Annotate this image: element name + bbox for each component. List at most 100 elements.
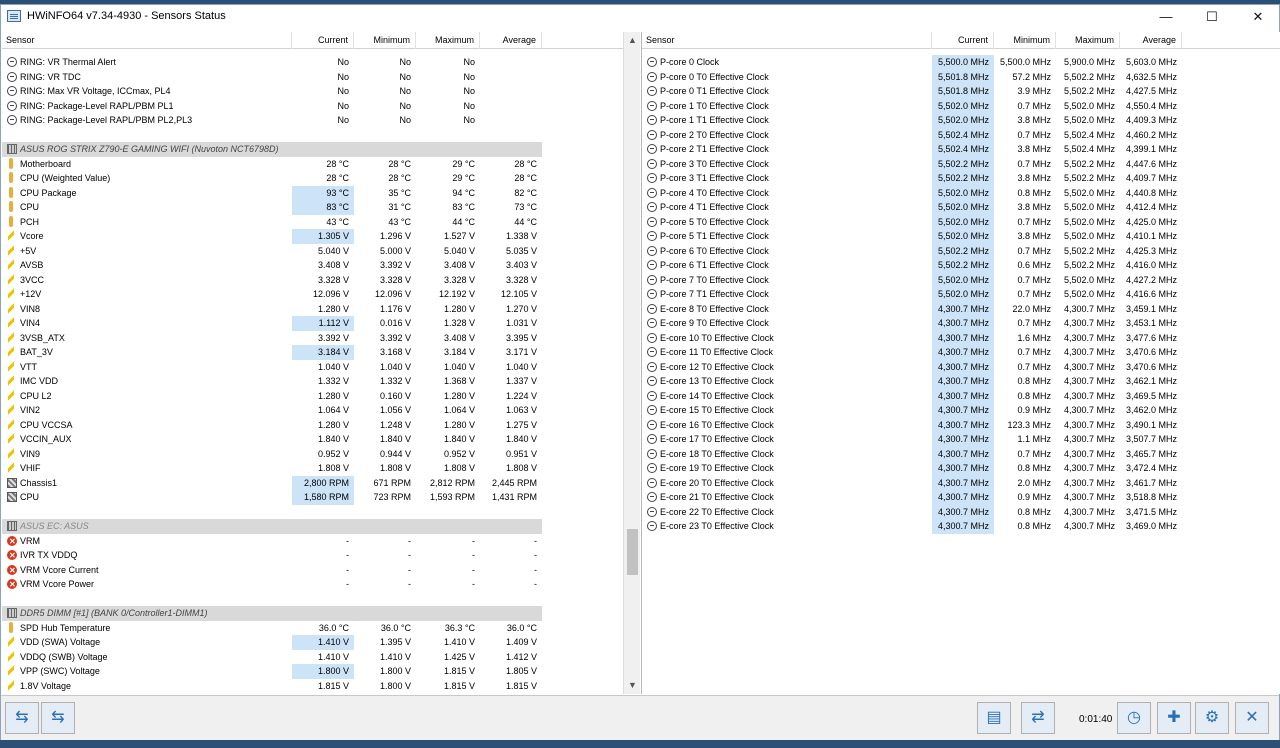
sensor-row[interactable]: E-core 22 T0 Effective Clock 4,300.7 MHz 0… [642,504,1280,519]
sensor-row[interactable]: E-core 10 T0 Effective Clock 4,300.7 MHz 1… [642,330,1280,345]
scroll-down-icon[interactable]: ▼ [624,677,641,694]
sensor-row[interactable]: VRM Vcore Current - - - - [2,563,623,577]
scroll-thumb[interactable] [627,529,638,575]
sensor-row[interactable]: 3VSB_ATX 3.392 V 3.392 V 3.408 V 3.395 V [2,331,623,346]
col-average[interactable]: Average [1120,32,1182,49]
sensor-row[interactable]: P-core 7 T1 Effective Clock 5,502.0 MHz 0.… [642,287,1280,302]
col-current[interactable]: Current [932,32,994,49]
sensor-row[interactable]: E-core 17 T0 Effective Clock 4,300.7 MHz 1… [642,432,1280,447]
sensor-row[interactable]: P-core 3 T0 Effective Clock 5,502.2 MHz 0.… [642,156,1280,171]
sensor-row[interactable]: CPU Package 93 °C 35 °C 94 °C 82 °C [2,185,623,200]
sensor-row[interactable]: VIN2 1.064 V 1.056 V 1.064 V 1.063 V [2,403,623,418]
sensor-row[interactable]: P-core 1 T1 Effective Clock 5,502.0 MHz 3.… [642,113,1280,128]
maximize-button[interactable]: ☐ [1189,5,1235,28]
close-sensors-button[interactable]: ✕ [1235,702,1269,734]
col-maximum[interactable]: Maximum [1056,32,1120,49]
sensor-row[interactable]: 3VCC 3.328 V 3.328 V 3.328 V 3.328 V [2,273,623,288]
sensor-row[interactable]: E-core 16 T0 Effective Clock 4,300.7 MHz 1… [642,417,1280,432]
sensor-row[interactable]: P-core 3 T1 Effective Clock 5,502.2 MHz 3.… [642,171,1280,186]
sensor-row[interactable]: P-core 2 T0 Effective Clock 5,502.4 MHz 0.… [642,127,1280,142]
sensor-row[interactable]: VIN9 0.952 V 0.944 V 0.952 V 0.951 V [2,447,623,462]
vertical-scrollbar[interactable]: ▲ ▼ [623,32,640,694]
sensor-row[interactable]: E-core 13 T0 Effective Clock 4,300.7 MHz 0… [642,374,1280,389]
sensor-row[interactable]: +5V 5.040 V 5.000 V 5.040 V 5.035 V [2,244,623,259]
sensor-row[interactable]: E-core 11 T0 Effective Clock 4,300.7 MHz 0… [642,345,1280,360]
sensor-row[interactable]: P-core 6 T0 Effective Clock 5,502.2 MHz 0.… [642,243,1280,258]
sensor-row[interactable]: E-core 15 T0 Effective Clock 4,300.7 MHz 0… [642,403,1280,418]
sensor-row[interactable]: CPU L2 1.280 V 0.160 V 1.280 V 1.224 V [2,389,623,404]
network-button[interactable]: ⇄ [1021,702,1055,734]
sensor-row[interactable]: VRM Vcore Power - - - - [2,577,623,592]
sensor-row[interactable]: E-core 18 T0 Effective Clock 4,300.7 MHz 0… [642,446,1280,461]
sensor-row[interactable]: Chassis1 2,800 RPM 671 RPM 2,812 RPM 2,445 R… [2,475,623,490]
sensor-row[interactable]: P-core 5 T1 Effective Clock 5,502.0 MHz 3.… [642,229,1280,244]
sensor-row[interactable]: VRM - - - - [2,534,623,548]
sensor-row[interactable]: P-core 1 T0 Effective Clock 5,502.0 MHz 0.… [642,98,1280,113]
sensor-row[interactable]: E-core 8 T0 Effective Clock 4,300.7 MHz 22… [642,301,1280,316]
sensor-row[interactable]: P-core 4 T0 Effective Clock 5,502.0 MHz 0.… [642,185,1280,200]
col-current[interactable]: Current [292,32,354,49]
sensor-row[interactable]: VHIF 1.808 V 1.808 V 1.808 V 1.808 V [2,461,623,476]
col-sensor[interactable]: Sensor [2,32,292,49]
sensor-row[interactable]: P-core 2 T1 Effective Clock 5,502.4 MHz 3.… [642,142,1280,157]
sensor-row[interactable]: RING: Package-Level RAPL/PBM PL2,PL3 No No… [2,113,623,128]
sensor-row[interactable]: P-core 0 T0 Effective Clock 5,501.8 MHz 57… [642,69,1280,84]
sensor-row[interactable]: E-core 14 T0 Effective Clock 4,300.7 MHz 0… [642,388,1280,403]
sensor-row[interactable]: E-core 9 T0 Effective Clock 4,300.7 MHz 0.… [642,316,1280,331]
sensor-row[interactable]: VTT 1.040 V 1.040 V 1.040 V 1.040 V [2,360,623,375]
sensor-row[interactable]: SPD Hub Temperature 36.0 °C 36.0 °C 36.3 °C… [2,621,623,636]
sensor-row[interactable]: RING: Package-Level RAPL/PBM PL1 No No No [2,99,623,114]
sensor-row[interactable]: BAT_3V 3.184 V 3.168 V 3.184 V 3.171 V [2,345,623,360]
sensor-row[interactable]: P-core 6 T1 Effective Clock 5,502.2 MHz 0.… [642,258,1280,273]
sensor-row[interactable]: CPU (Weighted Value) 28 °C 28 °C 29 °C 28 °C [2,171,623,186]
sensor-row[interactable]: RING: VR TDC No No No [2,70,623,85]
sensor-row[interactable]: +12V 12.096 V 12.096 V 12.192 V 12.105 V [2,287,623,302]
sensor-group-header[interactable]: DDR5 DIMM [#1] (BANK 0/Controller1-DIMM1… [2,606,623,621]
sensor-row[interactable]: AVSB 3.408 V 3.392 V 3.408 V 3.403 V [2,258,623,273]
sensor-group-header[interactable]: ASUS ROG STRIX Z790-E GAMING WIFI (Nuvot… [2,142,623,157]
sensor-row[interactable]: VDDQ (SWB) Voltage 1.410 V 1.410 V 1.425 V 1… [2,650,623,665]
settings-button[interactable]: ⚙ [1195,702,1229,734]
col-minimum[interactable]: Minimum [994,32,1056,49]
sensor-row[interactable]: P-core 4 T1 Effective Clock 5,502.0 MHz 3.… [642,200,1280,215]
sensor-row[interactable]: E-core 21 T0 Effective Clock 4,300.7 MHz 0… [642,490,1280,505]
nav-right-button[interactable]: ⇆ [41,702,75,734]
sensor-row[interactable]: E-core 19 T0 Effective Clock 4,300.7 MHz 0… [642,461,1280,476]
sensor-row[interactable]: IVR TX VDDQ - - - - [2,548,623,563]
sensor-row[interactable]: P-core 5 T0 Effective Clock 5,502.0 MHz 0.… [642,214,1280,229]
sensor-row[interactable]: P-core 0 Clock 5,500.0 MHz 5,500.0 MHz 5,90… [642,55,1280,70]
sensor-row[interactable]: IMC VDD 1.332 V 1.332 V 1.368 V 1.337 V [2,374,623,389]
sensor-row[interactable]: E-core 12 T0 Effective Clock 4,300.7 MHz 0… [642,359,1280,374]
sensor-row[interactable]: CPU 1,580 RPM 723 RPM 1,593 RPM 1,431 RPM [2,490,623,505]
sensor-row[interactable]: CPU 83 °C 31 °C 83 °C 73 °C [2,200,623,215]
sensor-row[interactable]: P-core 7 T0 Effective Clock 5,502.0 MHz 0.… [642,272,1280,287]
sensor-row[interactable]: Motherboard 28 °C 28 °C 29 °C 28 °C [2,157,623,172]
minimize-button[interactable]: — [1143,5,1189,28]
col-maximum[interactable]: Maximum [416,32,480,49]
sensor-row[interactable]: RING: Max VR Voltage, ICCmax, PL4 No No No [2,84,623,99]
sensor-row[interactable]: P-core 0 T1 Effective Clock 5,501.8 MHz 3.… [642,84,1280,99]
sensor-row[interactable]: VPP (SWC) Voltage 1.800 V 1.800 V 1.815 V 1.… [2,664,623,679]
reset-timer-button[interactable]: ◷ [1117,702,1151,734]
sensor-row[interactable]: Vcore 1.305 V 1.296 V 1.527 V 1.338 V [2,229,623,244]
sensor-row[interactable]: PCH 43 °C 43 °C 44 °C 44 °C [2,215,623,230]
sensor-group-header[interactable]: ASUS EC: ASUS [2,519,623,534]
sensor-row[interactable]: VIN8 1.280 V 1.176 V 1.280 V 1.270 V [2,302,623,317]
report-button[interactable]: ▤ [977,702,1011,734]
sensor-row[interactable]: E-core 20 T0 Effective Clock 4,300.7 MHz 2… [642,475,1280,490]
col-average[interactable]: Average [480,32,542,49]
scroll-up-icon[interactable]: ▲ [624,32,641,49]
sensor-row[interactable]: VCCIN_AUX 1.840 V 1.840 V 1.840 V 1.840 V [2,432,623,447]
sensor-row[interactable]: E-core 23 T0 Effective Clock 4,300.7 MHz 0… [642,519,1280,534]
sensor-row[interactable]: 1.8V Voltage 1.815 V 1.800 V 1.815 V 1.815 V [2,679,623,694]
col-minimum[interactable]: Minimum [354,32,416,49]
logging-button[interactable]: ✚ [1157,702,1191,734]
sensor-row[interactable]: CPU VCCSA 1.280 V 1.248 V 1.280 V 1.275 V [2,418,623,433]
sensor-row[interactable]: VDD (SWA) Voltage 1.410 V 1.395 V 1.410 V 1.… [2,635,623,650]
close-window-button[interactable]: ✕ [1235,5,1280,28]
status-circle-icon [647,332,657,343]
sensor-row[interactable]: VIN4 1.112 V 0.016 V 1.328 V 1.031 V [2,316,623,331]
col-sensor[interactable]: Sensor [642,32,932,49]
nav-left-button[interactable]: ⇆ [5,702,39,734]
sensor-row[interactable]: RING: VR Thermal Alert No No No [2,55,623,70]
